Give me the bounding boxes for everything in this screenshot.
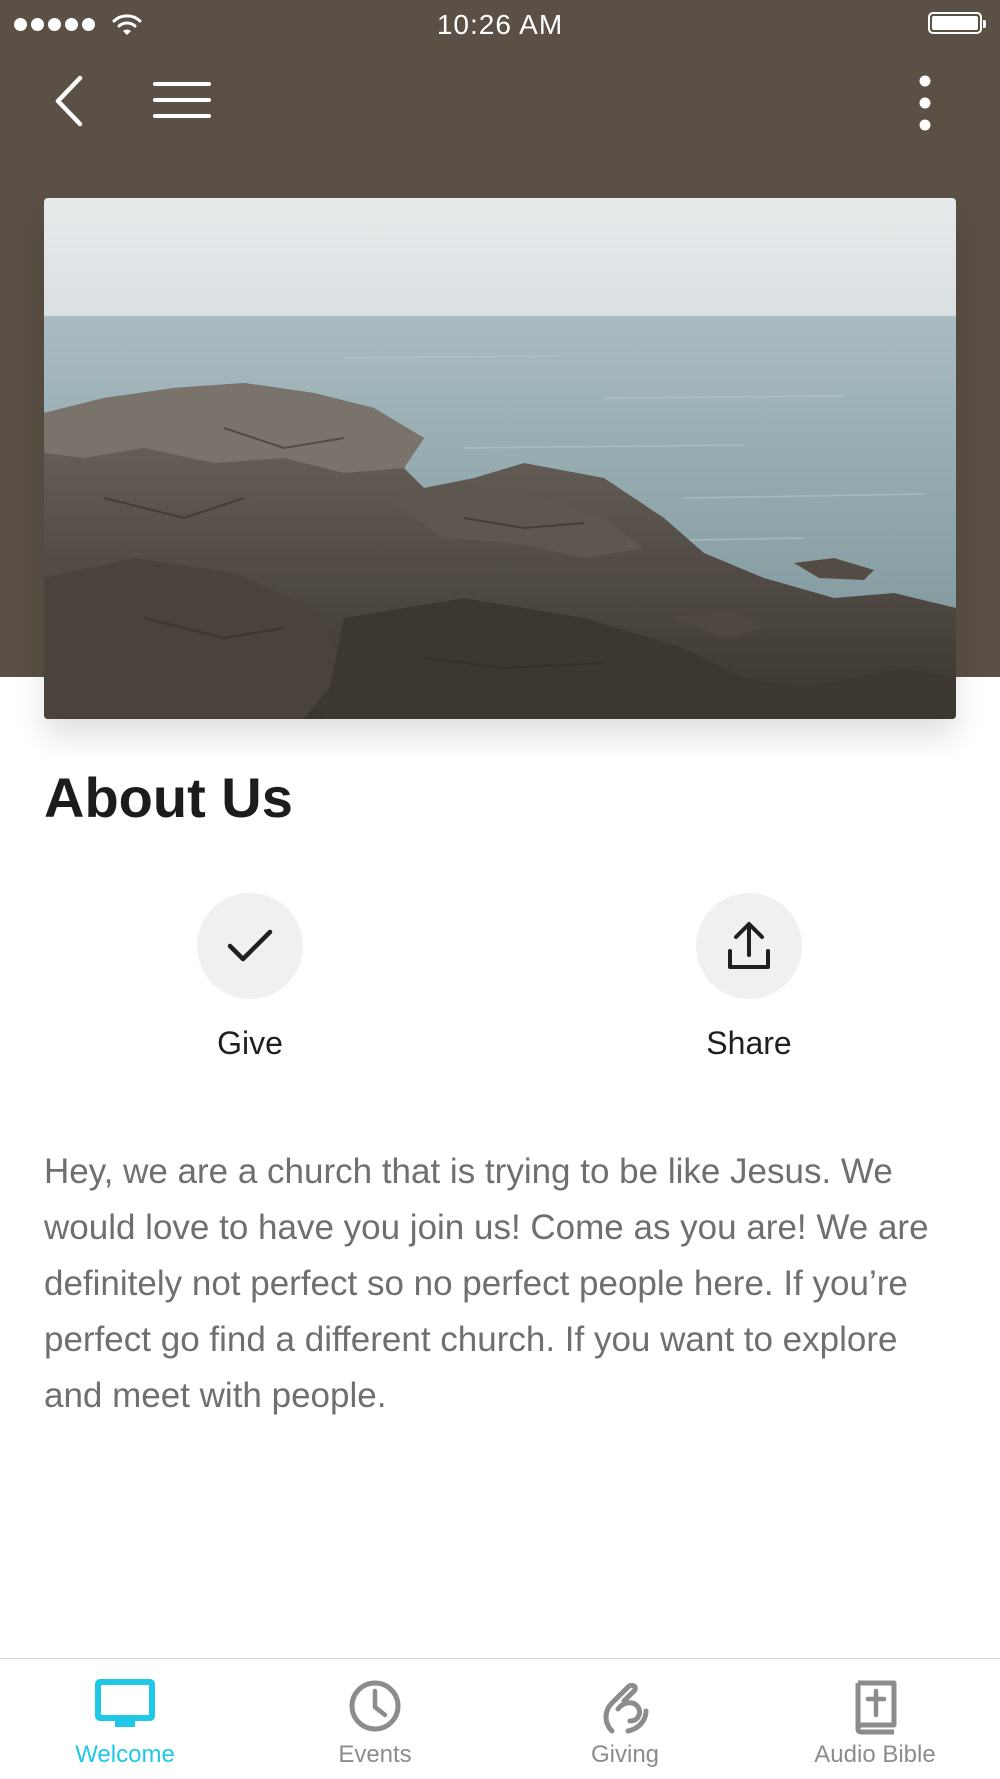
tab-audio-bible[interactable]: Audio Bible (750, 1659, 1000, 1779)
give-label: Give (217, 1025, 283, 1061)
give-button[interactable]: Give (140, 893, 360, 1062)
back-button[interactable] (50, 74, 90, 128)
share-icon-circle (696, 893, 802, 999)
about-description: Hey, we are a church that is trying to b… (44, 1152, 929, 1415)
tab-giving-label: Giving (590, 1741, 660, 1768)
share-button[interactable]: Share (639, 893, 859, 1062)
tab-welcome[interactable]: Welcome (0, 1659, 250, 1779)
tab-bar: Welcome Events Giving Audio Bible (0, 1658, 1000, 1779)
tab-events[interactable]: Events (250, 1659, 500, 1779)
menu-button[interactable] (152, 78, 212, 122)
tab-giving[interactable]: Giving (500, 1659, 750, 1779)
share-label: Share (706, 1025, 792, 1061)
tab-audio-bible-label: Audio Bible (814, 1741, 936, 1768)
bible-book-icon (855, 1680, 897, 1735)
more-options-button[interactable] (910, 74, 940, 132)
share-upload-icon (728, 922, 770, 969)
hero-image (44, 198, 956, 719)
monitor-icon (95, 1679, 155, 1727)
vertical-ellipsis-icon (919, 75, 931, 131)
clock-icon (349, 1680, 401, 1732)
status-bar: 10:26 AM (0, 0, 1000, 50)
battery-full-icon (928, 12, 986, 34)
tab-welcome-label: Welcome (75, 1741, 175, 1768)
tab-events-label: Events (338, 1741, 412, 1768)
giving-hand-icon (603, 1682, 649, 1734)
give-icon-circle (197, 893, 303, 999)
checkmark-icon (227, 929, 273, 962)
hamburger-menu-icon (153, 82, 211, 118)
status-time: 10:26 AM (436, 9, 564, 40)
chevron-left-icon (55, 75, 83, 127)
page-title: About Us (44, 766, 293, 829)
